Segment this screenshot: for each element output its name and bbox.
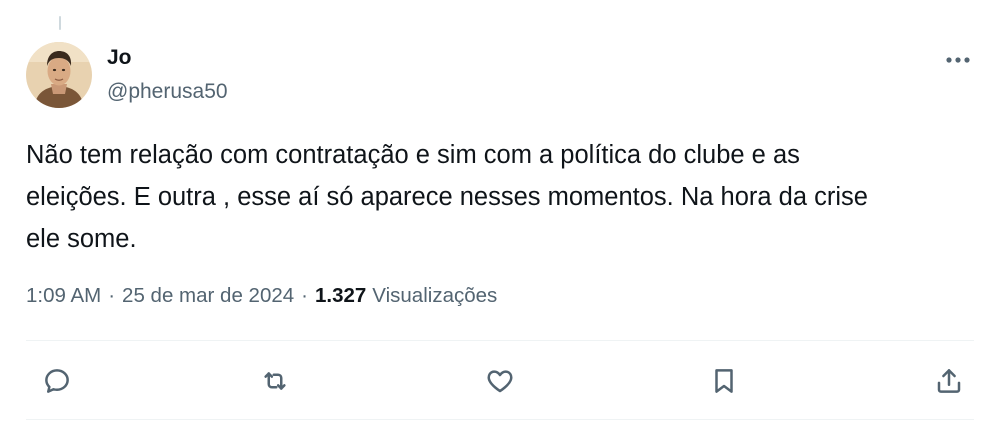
heart-icon [487, 370, 513, 393]
meta-separator: · [301, 284, 308, 307]
share-icon [937, 369, 961, 393]
tweet-date[interactable]: 25 de mar de 2024 [122, 284, 294, 308]
author-display-name[interactable]: Jo [107, 46, 132, 70]
bookmark-button[interactable] [703, 360, 745, 402]
meta-separator: · [108, 284, 116, 307]
tweet-metadata: 1:09 AM · 25 de mar de 2024 · 1.327 Visu… [26, 284, 497, 308]
tweet-text: Não tem relação com contratação e sim co… [26, 141, 868, 253]
retweet-button[interactable] [254, 360, 296, 402]
bookmark-icon [715, 369, 733, 393]
author-handle[interactable]: @pherusa50 [107, 80, 228, 104]
divider [26, 419, 974, 420]
more-dots-icon [946, 57, 970, 63]
tweet-detail: Jo @pherusa50 Não tem relação com contra… [0, 0, 1000, 424]
divider [26, 340, 974, 341]
reply-button[interactable] [36, 360, 78, 402]
more-options-button[interactable] [930, 43, 986, 77]
views-count: 1.327 [314, 284, 367, 307]
views-label: Visualizações [372, 284, 498, 307]
avatar[interactable] [26, 42, 92, 108]
like-button[interactable] [479, 360, 521, 402]
thread-connector-line [59, 16, 61, 30]
retweet-icon [264, 372, 286, 390]
tweet-time[interactable]: 1:09 AM [26, 284, 101, 308]
reply-icon [45, 369, 69, 393]
share-button[interactable] [928, 360, 970, 402]
profile-photo-icon [26, 42, 92, 108]
